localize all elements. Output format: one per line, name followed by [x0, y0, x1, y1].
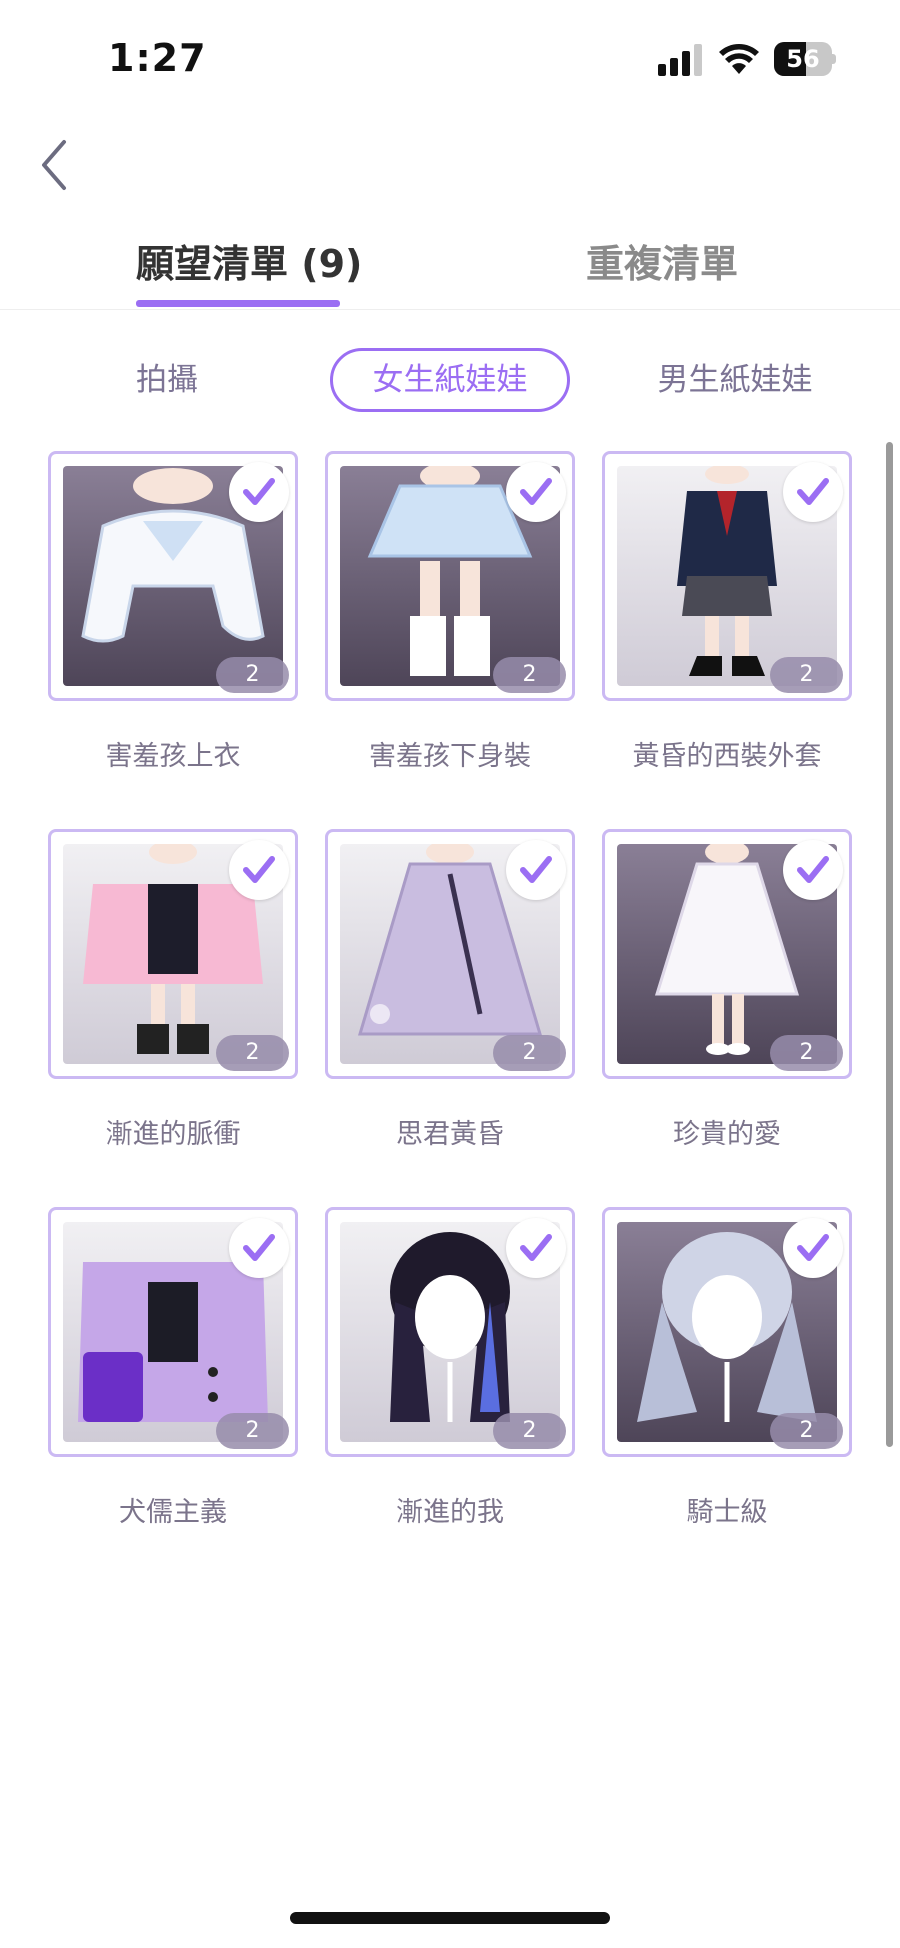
item-count-badge: 2: [770, 1413, 843, 1449]
item-count-badge: 2: [770, 1035, 843, 1071]
item-name: 珍貴的愛: [673, 1119, 781, 1150]
item-count-badge: 2: [493, 1035, 566, 1071]
item-count-badge: 2: [493, 657, 566, 693]
wishlist-item-card[interactable]: 2: [48, 451, 298, 701]
wishlist-item-card[interactable]: 2: [325, 451, 575, 701]
item-name: 漸進的脈衝: [105, 1119, 241, 1150]
checkmark-icon[interactable]: [506, 462, 566, 522]
item-count-badge: 2: [770, 657, 843, 693]
item-name: 騎士級: [686, 1497, 768, 1528]
checkmark-icon[interactable]: [506, 840, 566, 900]
checkmark-icon[interactable]: [783, 840, 843, 900]
wishlist-item-card[interactable]: 2: [48, 829, 298, 1079]
item-count-badge: 2: [216, 1035, 289, 1071]
item-count-badge: 2: [216, 657, 289, 693]
item-name: 犬儒主義: [119, 1497, 227, 1528]
item-name: 黃昏的西裝外套: [632, 741, 822, 772]
item-count-badge: 2: [493, 1413, 566, 1449]
home-indicator[interactable]: [290, 1912, 610, 1924]
item-name: 思君黃昏: [396, 1119, 504, 1150]
checkmark-icon[interactable]: [229, 840, 289, 900]
scrollbar[interactable]: [886, 442, 893, 1447]
wishlist-grid: 2 害羞孩上衣 2 害羞孩下身裝 2 黃昏的西裝外套 2 漸進的脈衝 2 思君黃昏 2 珍貴的愛 2 犬儒…: [0, 0, 900, 1600]
checkmark-icon[interactable]: [506, 1218, 566, 1278]
wishlist-item-card[interactable]: 2: [48, 1207, 298, 1457]
item-count-badge: 2: [216, 1413, 289, 1449]
checkmark-icon[interactable]: [783, 1218, 843, 1278]
checkmark-icon[interactable]: [229, 462, 289, 522]
checkmark-icon[interactable]: [783, 462, 843, 522]
wishlist-item-card[interactable]: 2: [602, 829, 852, 1079]
wishlist-item-card[interactable]: 2: [325, 1207, 575, 1457]
wishlist-item-card[interactable]: 2: [602, 451, 852, 701]
item-name: 漸進的我: [396, 1497, 504, 1528]
item-name: 害羞孩上衣: [105, 741, 241, 772]
checkmark-icon[interactable]: [229, 1218, 289, 1278]
wishlist-item-card[interactable]: 2: [325, 829, 575, 1079]
item-name: 害羞孩下身裝: [369, 741, 531, 772]
wishlist-item-card[interactable]: 2: [602, 1207, 852, 1457]
